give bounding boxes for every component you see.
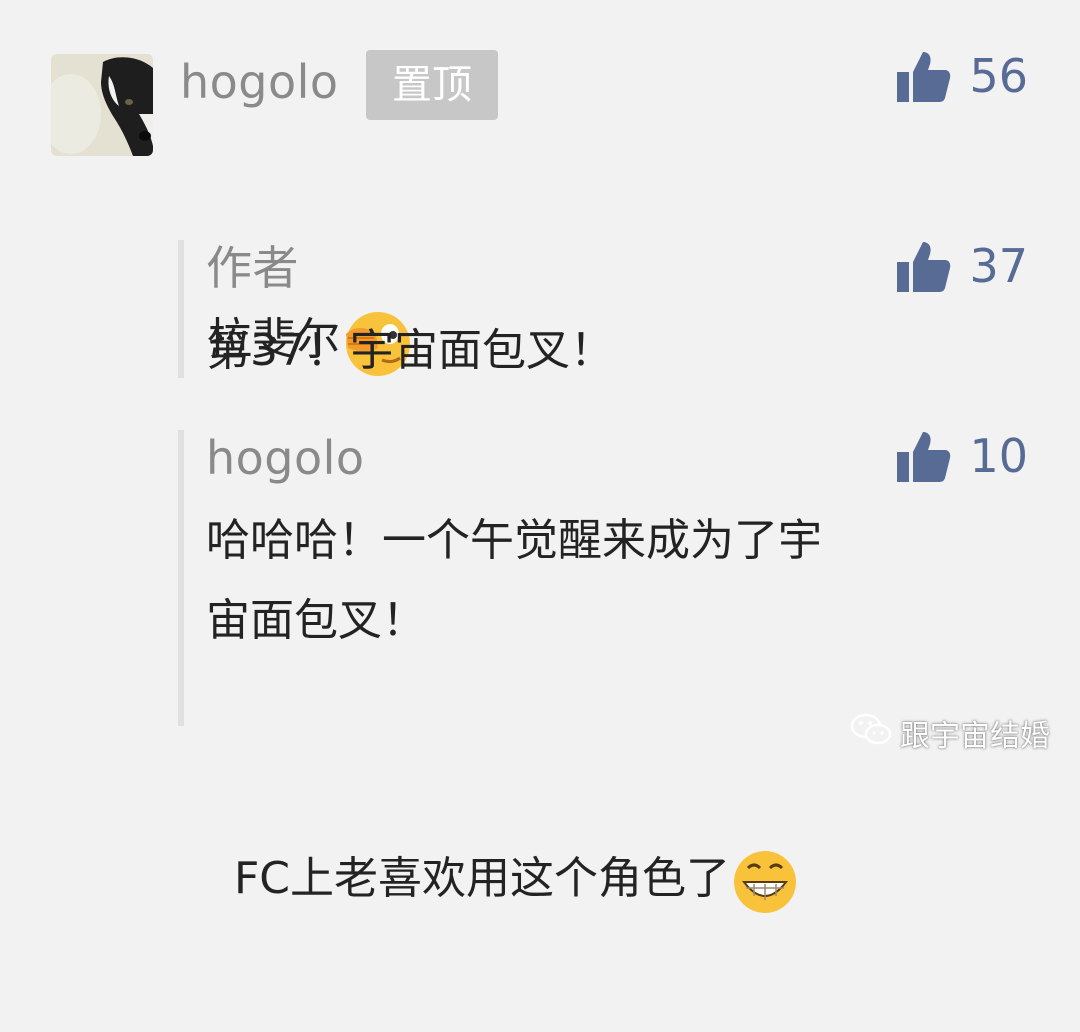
like-count: 10 bbox=[969, 429, 1028, 483]
reply-divider bbox=[178, 430, 184, 726]
like-button[interactable]: 37 bbox=[895, 236, 1028, 296]
like-button[interactable]: 56 bbox=[895, 46, 1028, 106]
pinned-badge: 置顶 bbox=[366, 50, 498, 120]
watermark-text: 跟宇宙结婚 bbox=[900, 719, 1050, 754]
thumbs-up-icon bbox=[895, 48, 951, 104]
reply-text: 第37！宇宙面包叉！ bbox=[206, 325, 614, 376]
comment-author[interactable]: hogolo bbox=[180, 56, 339, 108]
watermark: 跟宇宙结婚 bbox=[850, 711, 1050, 755]
reply-author[interactable]: 作者 bbox=[206, 242, 299, 294]
reply-text-content: FC上老喜欢用这个角色了 bbox=[233, 853, 731, 904]
wechat-icon bbox=[850, 712, 900, 754]
thumbs-up-icon bbox=[895, 238, 951, 294]
like-count: 56 bbox=[969, 49, 1028, 103]
avatar[interactable] bbox=[51, 54, 153, 156]
reply-text-line: FC上老喜欢用这个角色了 bbox=[206, 672, 800, 1032]
reply-divider bbox=[178, 240, 184, 378]
thumbs-up-icon bbox=[895, 428, 951, 484]
like-button[interactable]: 10 bbox=[895, 426, 1028, 486]
reply-text-line: 哈哈哈！一个午觉醒来成为了宇 bbox=[206, 515, 822, 566]
reply-author[interactable]: hogolo bbox=[206, 432, 365, 484]
grinning-face-emoji bbox=[730, 730, 800, 1032]
like-count: 37 bbox=[969, 239, 1028, 293]
reply-text-line: 宙面包叉！ bbox=[206, 595, 426, 646]
